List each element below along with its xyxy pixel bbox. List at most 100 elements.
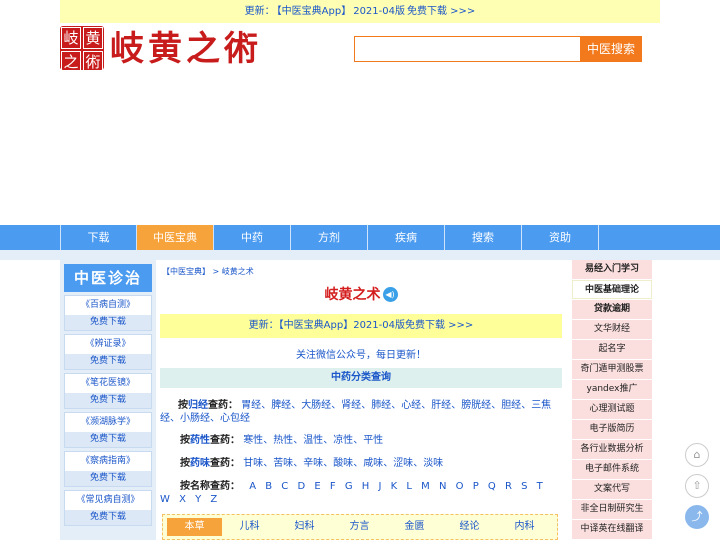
- book-title-link[interactable]: 《辨证录》: [65, 335, 151, 354]
- tab-jingui[interactable]: 金匮: [387, 518, 442, 536]
- share-icon[interactable]: ⤴: [685, 505, 709, 529]
- letter-link[interactable]: G: [345, 481, 353, 492]
- meridian-link[interactable]: 肾经: [341, 400, 361, 411]
- nav-zhongyi-baodian[interactable]: 中医宝典: [137, 225, 214, 250]
- nav-diseases[interactable]: 疾病: [368, 225, 445, 250]
- right-link[interactable]: 电子邮件系统: [572, 460, 652, 479]
- book-title-link[interactable]: 《百病自测》: [65, 296, 151, 315]
- book-download-link[interactable]: 免费下载: [65, 315, 151, 330]
- letter-link[interactable]: N: [439, 481, 446, 492]
- letter-link[interactable]: E: [314, 481, 320, 492]
- letter-link[interactable]: D: [297, 481, 305, 492]
- logo-seal[interactable]: 岐 黄 之 術: [60, 26, 104, 73]
- home-icon[interactable]: ⌂: [685, 443, 709, 467]
- book-download-link[interactable]: 免费下载: [65, 432, 151, 447]
- book-download-link[interactable]: 免费下载: [65, 510, 151, 525]
- book-download-link[interactable]: 免费下载: [65, 354, 151, 369]
- meridian-link[interactable]: 肺经: [371, 400, 391, 411]
- letter-link[interactable]: J: [378, 481, 381, 492]
- nature-link[interactable]: 温性: [303, 435, 323, 446]
- right-link[interactable]: 文华财经: [572, 320, 652, 339]
- letter-link[interactable]: F: [330, 481, 336, 492]
- right-link[interactable]: 各行业数据分析: [572, 440, 652, 459]
- right-link[interactable]: 非全日制研究生: [572, 500, 652, 519]
- letter-link[interactable]: S: [521, 481, 527, 492]
- meridian-link[interactable]: 胆经: [501, 400, 521, 411]
- meridian-link[interactable]: 胃经: [241, 400, 261, 411]
- right-link[interactable]: 起名字: [572, 340, 652, 359]
- meridian-link[interactable]: 大肠经: [301, 400, 331, 411]
- breadcrumb-home[interactable]: 【中医宝典】: [162, 267, 210, 276]
- letter-link[interactable]: B: [265, 481, 272, 492]
- breadcrumb-current[interactable]: 岐黄之术: [222, 267, 254, 276]
- letter-link[interactable]: R: [505, 481, 512, 492]
- right-link[interactable]: 文案代写: [572, 480, 652, 499]
- letter-link[interactable]: L: [406, 481, 412, 492]
- tab-bencao[interactable]: 本草: [167, 518, 222, 536]
- flavor-link[interactable]: 咸味: [363, 458, 383, 469]
- book-title-link[interactable]: 《察病指南》: [65, 452, 151, 471]
- book-title-link[interactable]: 《笔花医镜》: [65, 374, 151, 393]
- tab-pediatrics[interactable]: 儿科: [222, 518, 277, 536]
- book-download-link[interactable]: 免费下载: [65, 471, 151, 486]
- letter-link[interactable]: T: [537, 481, 543, 492]
- tab-internal-medicine[interactable]: 内科: [497, 518, 552, 536]
- tab-jinglun[interactable]: 经论: [442, 518, 497, 536]
- nav-formulas[interactable]: 方剂: [291, 225, 368, 250]
- banner-download-link[interactable]: 免费下载 >>>: [407, 6, 475, 17]
- letter-link[interactable]: Y: [195, 494, 201, 505]
- meridian-link[interactable]: 小肠经: [180, 413, 210, 424]
- right-link[interactable]: 贷款逾期: [572, 300, 652, 319]
- promo-app-link[interactable]: 【中医宝典App】: [279, 320, 354, 331]
- banner-app-link[interactable]: 【中医宝典App】: [277, 6, 352, 17]
- nature-link[interactable]: 平性: [363, 435, 383, 446]
- letter-link[interactable]: Q: [488, 481, 496, 492]
- tab-fangyan[interactable]: 方言: [332, 518, 387, 536]
- nav-search[interactable]: 搜索: [445, 225, 522, 250]
- flavor-link[interactable]: 辛味: [303, 458, 323, 469]
- right-link[interactable]: 奇门遁甲测股票: [572, 360, 652, 379]
- nav-donate[interactable]: 资助: [522, 225, 599, 250]
- meridian-link[interactable]: 心包经: [220, 413, 250, 424]
- nature-link[interactable]: 寒性: [243, 435, 263, 446]
- right-link[interactable]: 电子版简历: [572, 420, 652, 439]
- meridian-link[interactable]: 脾经: [271, 400, 291, 411]
- meridian-link[interactable]: 膀胱经: [461, 400, 491, 411]
- meridian-link[interactable]: 肝经: [431, 400, 451, 411]
- top-update-banner[interactable]: 更新： 【中医宝典App】 2021-04版 免费下载 >>>: [60, 0, 660, 23]
- tab-gynecology[interactable]: 妇科: [277, 518, 332, 536]
- flavor-link[interactable]: 苦味: [273, 458, 293, 469]
- letter-link[interactable]: Z: [210, 494, 217, 505]
- flavor-link[interactable]: 淡味: [423, 458, 443, 469]
- letter-link[interactable]: M: [421, 481, 430, 492]
- nav-download[interactable]: 下载: [60, 225, 137, 250]
- right-link[interactable]: 心理测试题: [572, 400, 652, 419]
- letter-link[interactable]: X: [179, 494, 186, 505]
- flavor-link[interactable]: 酸味: [333, 458, 353, 469]
- flavor-link[interactable]: 甘味: [243, 458, 263, 469]
- letter-link[interactable]: P: [473, 481, 479, 492]
- book-title-link[interactable]: 《常见病自测》: [65, 491, 151, 510]
- promo-download-link[interactable]: 免费下载 >>>: [405, 320, 473, 331]
- speaker-icon[interactable]: ◀): [382, 287, 398, 302]
- right-link[interactable]: 中医基础理论: [572, 280, 652, 299]
- search-input[interactable]: [354, 36, 584, 62]
- letter-link[interactable]: C: [281, 481, 288, 492]
- right-link[interactable]: 易经入门学习: [572, 260, 652, 279]
- book-download-link[interactable]: 免费下载: [65, 393, 151, 408]
- update-promo[interactable]: 更新：【中医宝典App】2021-04版免费下载 >>>: [160, 314, 562, 338]
- letter-link[interactable]: K: [391, 481, 398, 492]
- flavor-link[interactable]: 涩味: [393, 458, 413, 469]
- nature-link[interactable]: 热性: [273, 435, 293, 446]
- meridian-link[interactable]: 心经: [401, 400, 421, 411]
- letter-link[interactable]: W: [160, 494, 170, 505]
- site-logo-title[interactable]: 岐黄之術: [110, 26, 262, 72]
- book-title-link[interactable]: 《濒湖脉学》: [65, 413, 151, 432]
- letter-link[interactable]: H: [362, 481, 370, 492]
- nature-link[interactable]: 凉性: [333, 435, 353, 446]
- nav-herbs[interactable]: 中药: [214, 225, 291, 250]
- back-to-top-icon[interactable]: ⇧: [685, 474, 709, 498]
- search-button[interactable]: 中医搜索: [580, 36, 642, 62]
- letter-link[interactable]: O: [456, 481, 464, 492]
- right-link[interactable]: yandex推广: [572, 380, 652, 399]
